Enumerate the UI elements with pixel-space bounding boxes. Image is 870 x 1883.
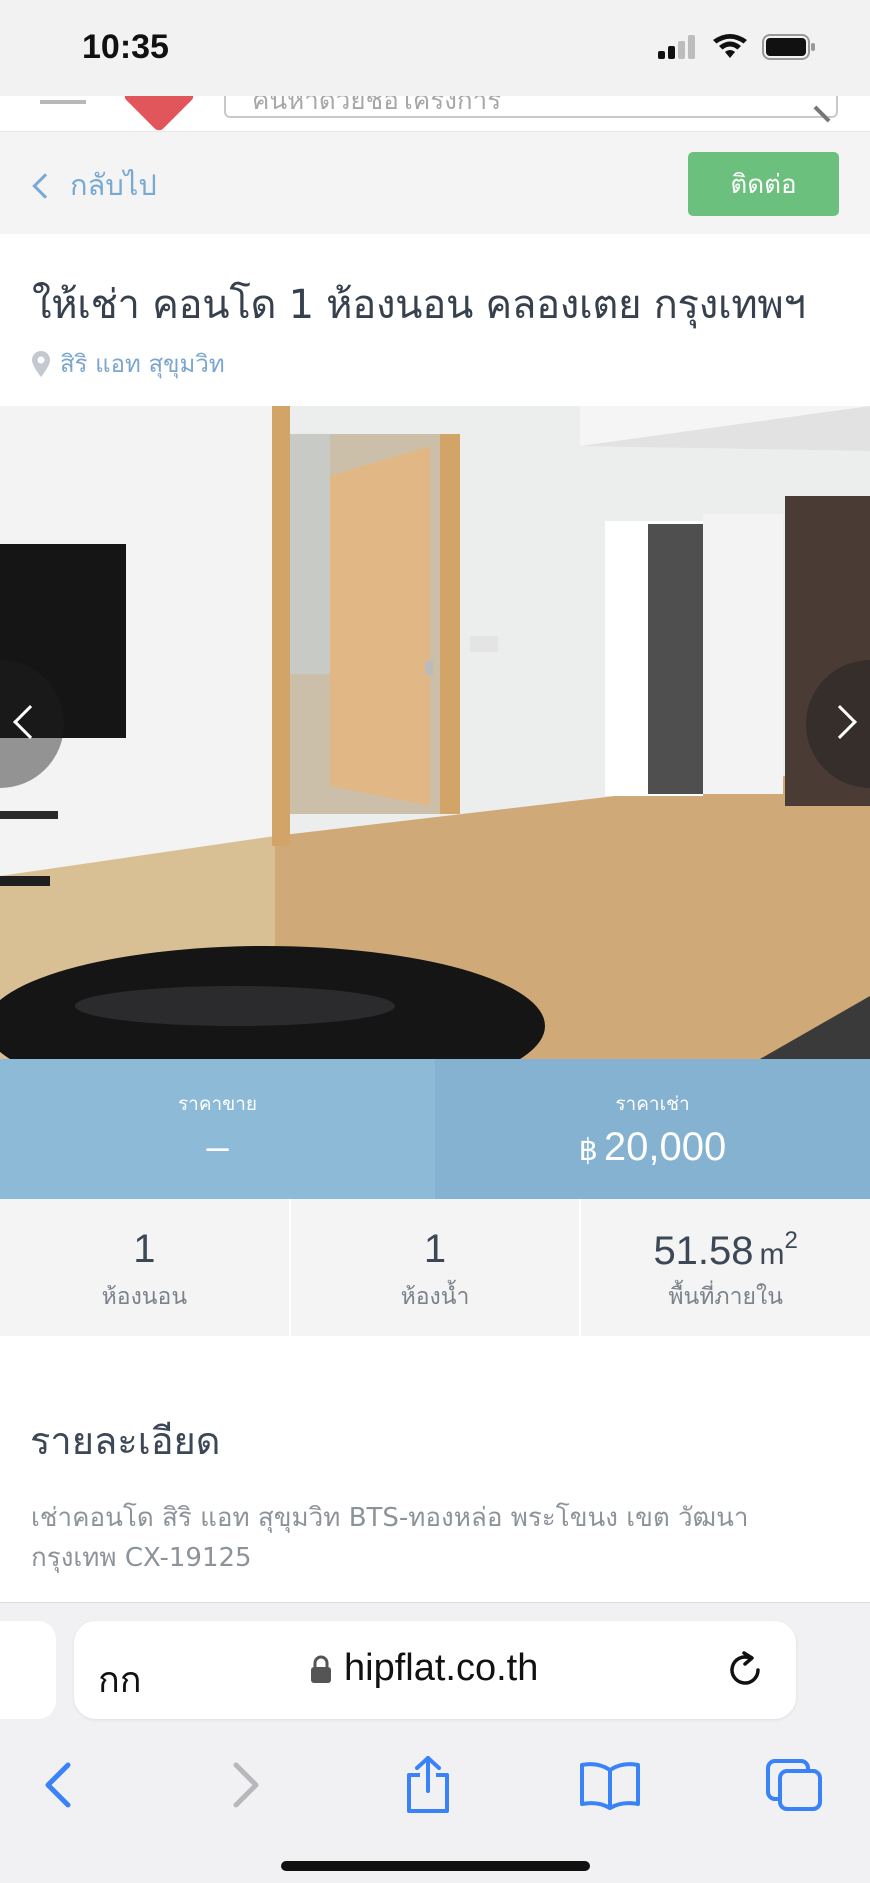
bathrooms-label: ห้องน้ำ — [400, 1284, 470, 1310]
address-bar[interactable]: กก hipflat.co.th — [74, 1621, 796, 1719]
chevron-left-icon — [32, 173, 58, 199]
url-text: hipflat.co.th — [344, 1647, 539, 1689]
listing-header: ให้เช่า คอนโด 1 ห้องนอน คลองเตย กรุงเทพฯ… — [0, 234, 870, 406]
search-icon[interactable] — [813, 105, 831, 123]
tabs-button[interactable] — [762, 1753, 826, 1817]
rent-price: ราคาเช่า ฿ 20,000 — [435, 1059, 870, 1199]
area-value: 51.58 m2 — [581, 1227, 870, 1274]
listing-photo[interactable] — [0, 406, 870, 1059]
area-unit-base: m — [759, 1238, 785, 1271]
bookmarks-button[interactable] — [578, 1753, 642, 1817]
back-button[interactable]: กลับไป — [32, 162, 157, 208]
room-photo — [0, 406, 870, 1059]
status-icons — [658, 34, 816, 60]
tabs-icon — [766, 1759, 822, 1811]
safari-nav-toolbar — [0, 1753, 870, 1833]
area-label: พื้นที่ภายใน — [668, 1284, 783, 1310]
cellular-signal-icon — [658, 35, 695, 59]
back-label: กลับไป — [70, 168, 157, 202]
browser-forward-button[interactable] — [214, 1753, 278, 1817]
bathrooms-value: 1 — [423, 1227, 447, 1271]
home-indicator[interactable] — [281, 1861, 590, 1871]
sale-price-value: – — [206, 1125, 229, 1169]
location-label: สิริ แอท สุขุมวิท — [60, 350, 225, 378]
previous-tab-peek[interactable] — [0, 1621, 56, 1719]
chevron-left-icon — [13, 705, 47, 739]
status-time: 10:35 — [82, 28, 169, 66]
lock-icon — [311, 1655, 331, 1683]
rent-price-label: ราคาเช่า — [615, 1093, 690, 1115]
spec-bathrooms: 1 ห้องน้ำ — [291, 1199, 582, 1336]
hipflat-logo[interactable] — [122, 96, 196, 131]
rent-amount: 20,000 — [603, 1125, 727, 1169]
spec-area: 51.58 m2 พื้นที่ภายใน — [581, 1199, 870, 1336]
sale-price-label: ราคาขาย — [177, 1093, 258, 1115]
book-icon — [580, 1762, 640, 1810]
price-band: ราคาขาย – ราคาเช่า ฿ 20,000 — [0, 1059, 870, 1199]
menu-icon[interactable] — [40, 100, 86, 104]
chevron-right-icon — [823, 705, 857, 739]
sale-price: ราคาขาย – — [0, 1059, 435, 1199]
status-bar: 10:35 — [0, 0, 870, 96]
area-unit: m2 — [759, 1227, 798, 1271]
search-input[interactable]: ค้นหาด้วยชื่อโครงการ — [224, 96, 838, 123]
site-header: ค้นหาด้วยชื่อโครงการ — [0, 96, 870, 132]
reload-icon[interactable] — [724, 1649, 766, 1691]
battery-icon — [762, 34, 815, 60]
text-size-button[interactable]: กก — [98, 1651, 142, 1708]
rent-price-value: ฿ 20,000 — [435, 1125, 870, 1170]
browser-toolbar: กก hipflat.co.th — [0, 1602, 870, 1883]
wifi-icon — [713, 34, 747, 58]
description-text: เช่าคอนโด สิริ แอท สุขุมวิท BTS-ทองหล่อ … — [31, 1503, 749, 1573]
share-icon — [407, 1756, 449, 1813]
description-section: รายละเอียด เช่าคอนโด สิริ แอท สุขุมวิท B… — [0, 1336, 870, 1602]
spec-bedrooms: 1 ห้องนอน — [0, 1199, 291, 1336]
location-link[interactable]: สิริ แอท สุขุมวิท — [32, 344, 225, 383]
search-placeholder: ค้นหาด้วยชื่อโครงการ — [252, 96, 502, 116]
action-bar: กลับไป ติดต่อ — [0, 132, 870, 234]
browser-back-button[interactable] — [26, 1753, 90, 1817]
map-pin-icon — [32, 350, 50, 377]
area-number: 51.58 — [653, 1229, 754, 1273]
bedrooms-value: 1 — [133, 1227, 156, 1271]
url-display[interactable]: hipflat.co.th — [310, 1647, 538, 1690]
contact-button[interactable]: ติดต่อ — [688, 152, 839, 216]
share-button[interactable] — [396, 1753, 460, 1817]
chevron-right-icon — [233, 1762, 259, 1808]
area-unit-exponent: 2 — [784, 1227, 798, 1254]
description-heading: รายละเอียด — [30, 1419, 221, 1463]
baht-symbol: ฿ — [578, 1134, 598, 1167]
listing-title: ให้เช่า คอนโด 1 ห้องนอน คลองเตย กรุงเทพฯ — [32, 282, 806, 328]
chevron-left-icon — [45, 1762, 71, 1808]
property-specs: 1 ห้องนอน 1 ห้องน้ำ 51.58 m2 พื้นที่ภายใน — [0, 1199, 870, 1336]
bedrooms-label: ห้องนอน — [101, 1284, 188, 1310]
